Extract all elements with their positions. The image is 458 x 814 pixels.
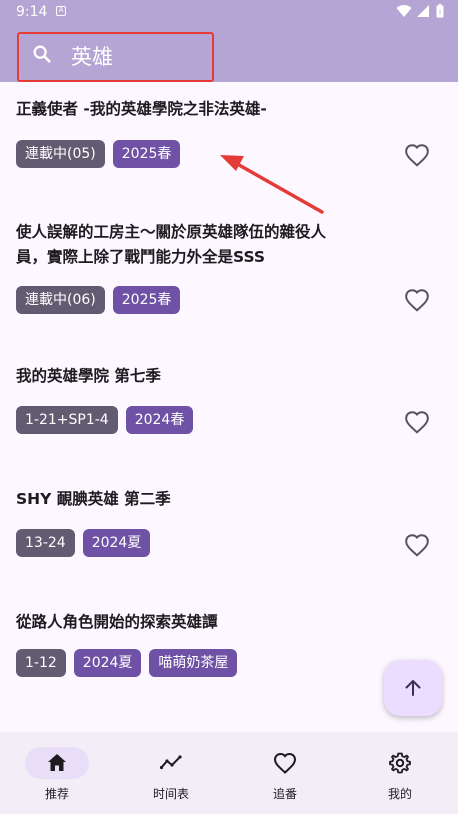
search-icon[interactable] <box>31 43 53 65</box>
nav-tab-schedule[interactable]: 时间表 <box>114 732 228 814</box>
nav-label: 我的 <box>387 787 412 801</box>
tag-chip: 2025春 <box>112 286 181 314</box>
list-item[interactable]: SHY 靦腆英雄 第二季 13-24 2024夏 <box>0 487 458 607</box>
item-title[interactable]: 使人誤解的工房主～關於原英雄隊伍的雜役人員，實際上除了戰鬥能力外全是SSS <box>16 220 336 270</box>
battery-icon: ! <box>436 4 444 18</box>
nav-label: 追番 <box>272 787 297 801</box>
tag-chip: 連載中(05) <box>16 140 105 168</box>
tag-chip: 2024春 <box>125 406 194 434</box>
heart-icon <box>273 752 297 774</box>
favorite-heart-icon[interactable] <box>404 533 430 557</box>
item-title[interactable]: 從路人角色開始的探索英雄譚 <box>16 610 336 635</box>
scroll-to-top-button[interactable] <box>384 660 442 716</box>
notification-app-icon: A <box>56 6 66 16</box>
favorite-heart-icon[interactable] <box>404 288 430 312</box>
item-tags: 連載中(06) 2025春 <box>16 286 181 314</box>
tag-chip: 13-24 <box>16 529 75 557</box>
app-header: 9:14 A ! 英雄 <box>0 0 458 82</box>
item-title[interactable]: 我的英雄學院 第七季 <box>16 364 336 389</box>
list-item[interactable]: 正義使者 -我的英雄學院之非法英雄- 連載中(05) 2025春 <box>0 82 458 222</box>
status-time: 9:14 <box>16 4 48 20</box>
tag-chip: 1-12 <box>16 649 66 677</box>
nav-tab-following[interactable]: 追番 <box>228 732 342 814</box>
nav-tab-recommend[interactable]: 推荐 <box>0 732 114 814</box>
list-item[interactable]: 我的英雄學院 第七季 1-21+SP1-4 2024春 <box>0 364 458 484</box>
tag-chip: 2024夏 <box>82 529 151 557</box>
item-tags: 1-21+SP1-4 2024春 <box>16 406 194 434</box>
tag-chip: 連載中(06) <box>16 286 105 314</box>
status-bar: 9:14 A ! <box>0 0 458 24</box>
nav-tab-mine[interactable]: 我的 <box>343 732 457 814</box>
tag-chip: 2024夏 <box>73 649 142 677</box>
favorite-heart-icon[interactable] <box>404 143 430 167</box>
signal-icon <box>417 5 429 17</box>
home-icon <box>48 754 66 771</box>
item-tags: 13-24 2024夏 <box>16 529 151 557</box>
nav-label: 推荐 <box>44 787 69 801</box>
arrow-up-icon <box>405 680 421 696</box>
item-tags: 1-12 2024夏 喵萌奶茶屋 <box>16 649 238 677</box>
search-input[interactable]: 英雄 <box>71 41 113 71</box>
tag-chip: 喵萌奶茶屋 <box>149 649 238 677</box>
timeline-icon <box>159 755 182 770</box>
bottom-navigation: 推荐 时间表 追番 我的 <box>0 732 458 814</box>
item-tags: 連載中(05) 2025春 <box>16 140 181 168</box>
search-bar[interactable]: 英雄 <box>17 32 214 82</box>
item-title[interactable]: 正義使者 -我的英雄學院之非法英雄- <box>16 97 336 122</box>
tag-chip: 1-21+SP1-4 <box>16 406 118 434</box>
settings-icon <box>389 752 411 774</box>
nav-label: 时间表 <box>152 787 189 801</box>
tag-chip: 2025春 <box>112 140 181 168</box>
wifi-icon <box>396 5 412 18</box>
favorite-heart-icon[interactable] <box>404 410 430 434</box>
svg-text:!: ! <box>439 9 442 17</box>
list-item[interactable]: 使人誤解的工房主～關於原英雄隊伍的雜役人員，實際上除了戰鬥能力外全是SSS 連載… <box>0 220 458 370</box>
item-title[interactable]: SHY 靦腆英雄 第二季 <box>16 487 336 512</box>
